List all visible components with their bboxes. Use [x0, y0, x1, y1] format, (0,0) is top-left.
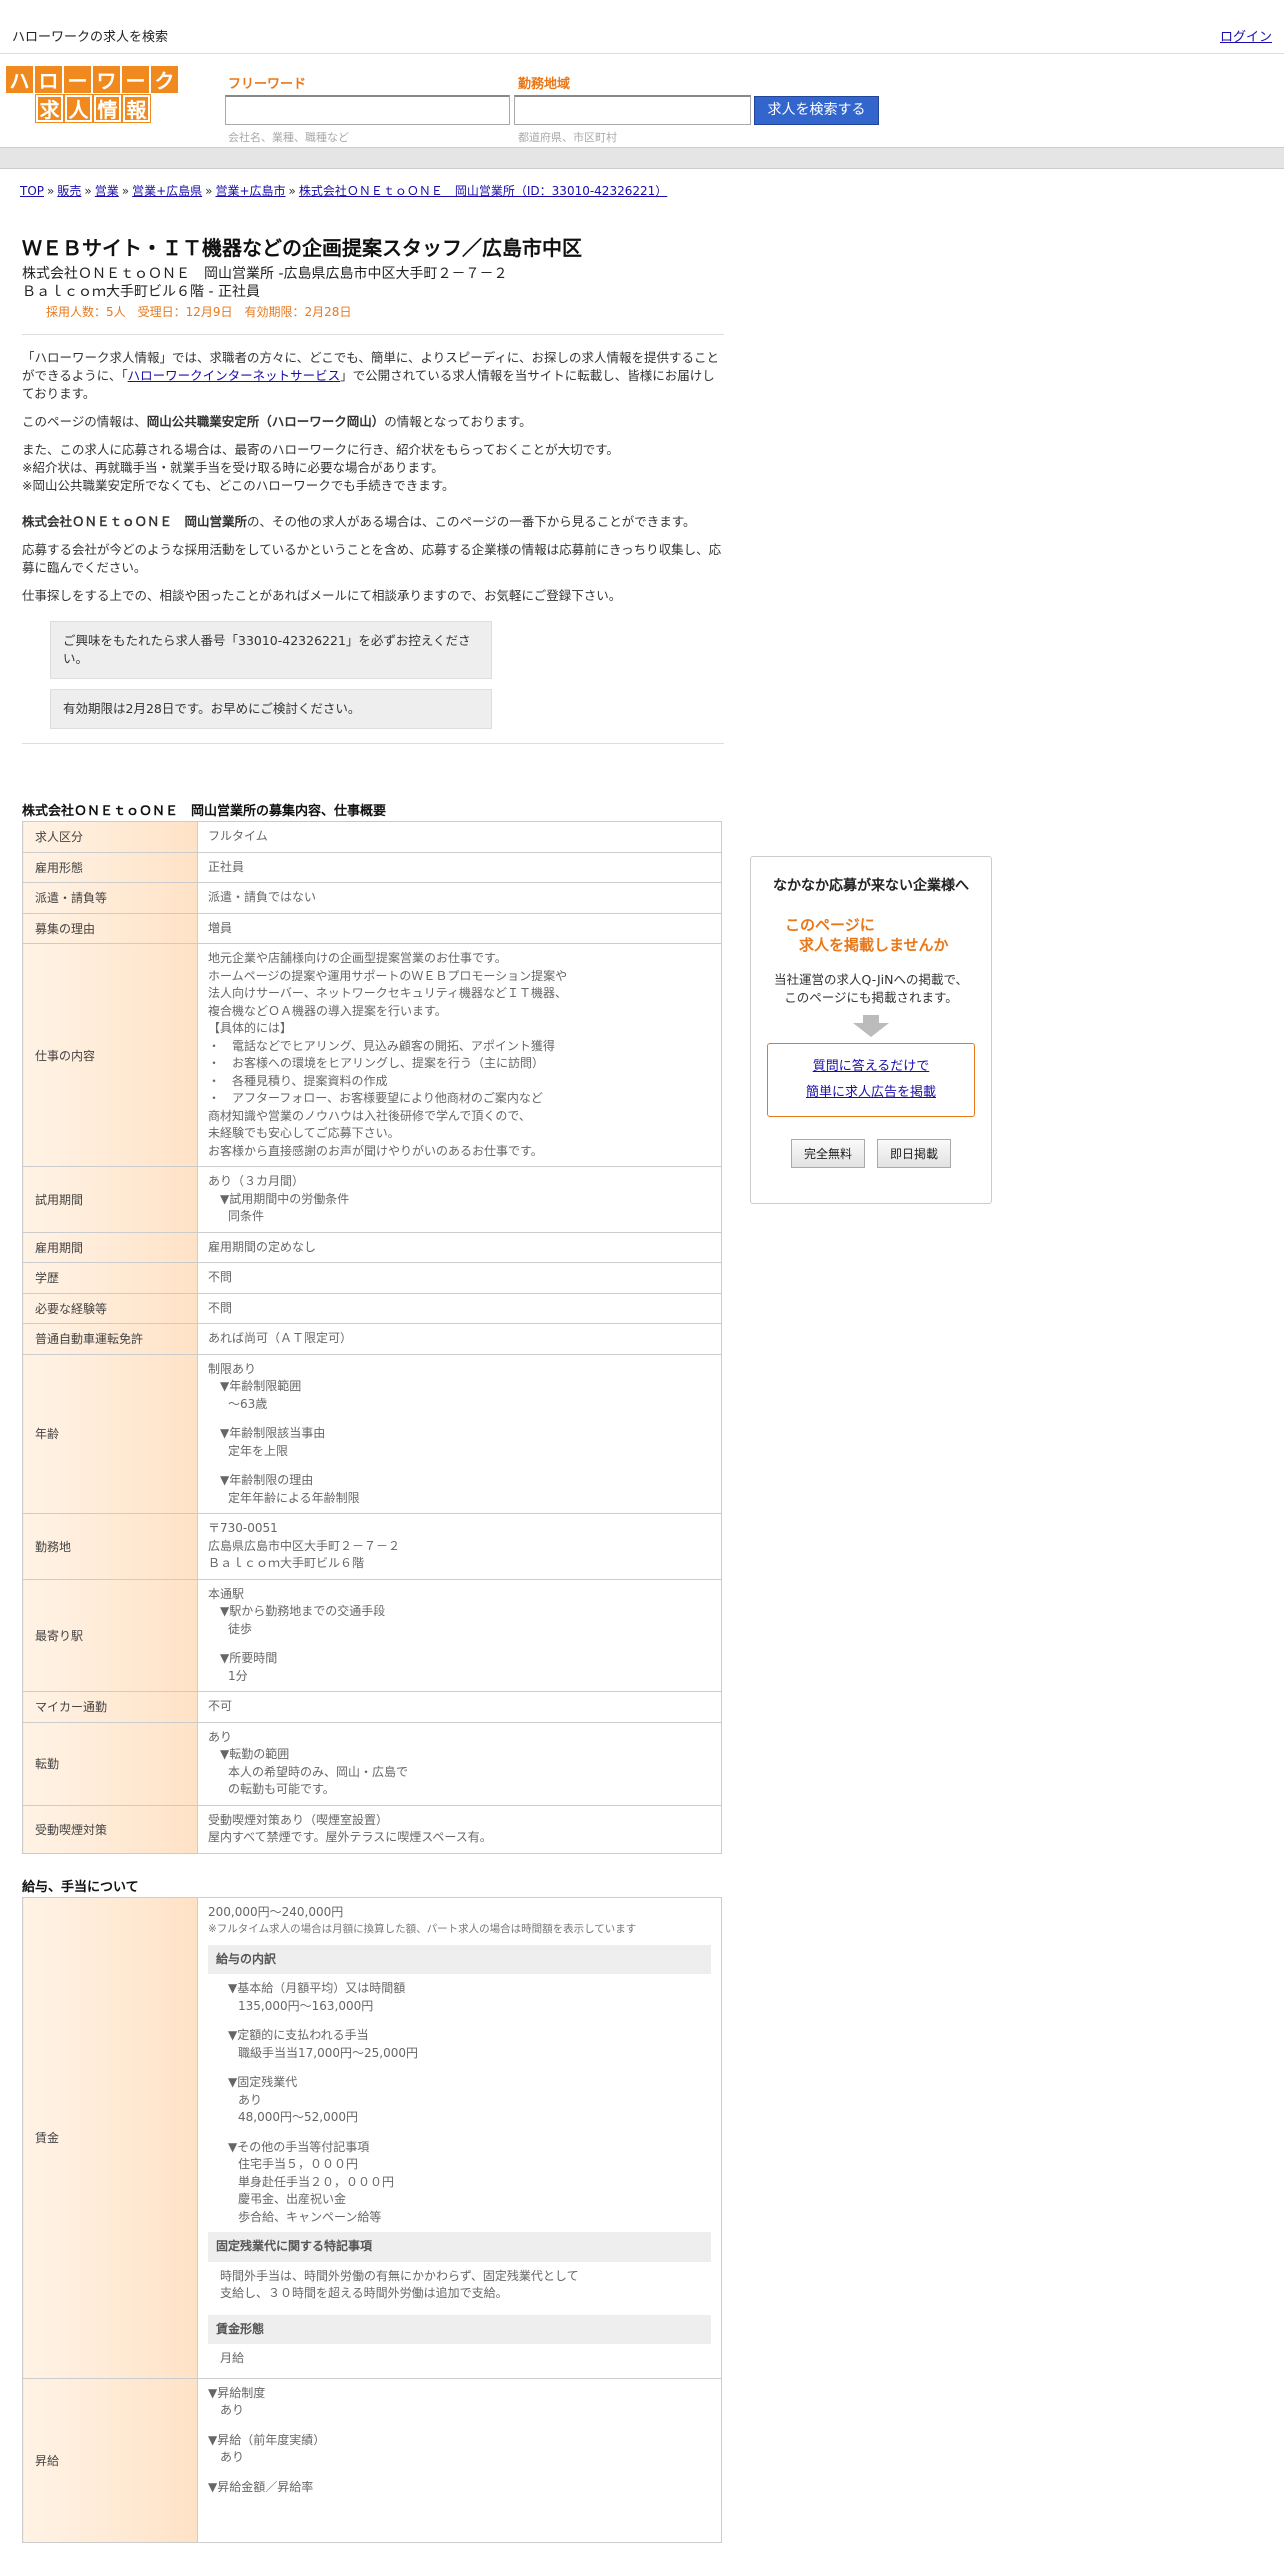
- referral-paragraph: また、この求人に応募される場合は、最寄のハローワークに行き、紹介状をもらっておく…: [22, 442, 619, 493]
- ad-heading: なかなか応募が来ない企業様へ: [773, 878, 969, 894]
- breadcrumb-eigyo-hiroshima-ken[interactable]: 営業+広島県: [132, 184, 202, 198]
- ad-badges: 完全無料 即日掲載: [751, 1139, 991, 1168]
- breadcrumb-sales[interactable]: 販売: [57, 184, 81, 198]
- job-title: ＷＥＢサイト・ＩＴ機器などの企画提案スタッフ／広島市中区: [22, 236, 582, 260]
- table-row: 必要な経験等 不問: [22, 1292, 722, 1324]
- logo-char: ー: [122, 66, 149, 93]
- table-row: 募集の理由 増員: [22, 912, 722, 944]
- logo-char: ハ: [6, 66, 33, 93]
- site-logo[interactable]: ハ ロ ー ワ ー ク 求 人 情 報: [6, 66, 180, 123]
- site-tagline: ハローワークの求人を検索: [12, 30, 169, 45]
- ad-catchphrase: このページに 求人を掲載しませんか: [785, 916, 949, 954]
- source-paragraph: このページの情報は、岡山公共職業安定所（ハローワーク岡山）の情報となっております…: [22, 414, 532, 429]
- breadcrumb-eigyo-hiroshima-shi[interactable]: 営業+広島市: [215, 184, 285, 198]
- table-row: 雇用期間 雇用期間の定めなし: [22, 1231, 722, 1263]
- freeword-label: フリーワード: [228, 77, 307, 92]
- same-day-badge-button[interactable]: 即日掲載: [877, 1139, 952, 1168]
- deadline-notice: 有効期限は2月28日です。お早めにご検討ください。: [50, 689, 492, 729]
- logo-char: 情: [93, 94, 122, 123]
- ad-link-box: 質問に答えるだけで 簡単に求人広告を掲載: [767, 1043, 975, 1117]
- ad-description: 当社運営の求人Q-JiNへの掲載で、 このページにも掲載されます。: [774, 972, 968, 1005]
- divider: [22, 743, 724, 744]
- table-row: 普通自動車運転免許 あれば尚可（ＡＴ限定可）: [22, 1323, 722, 1355]
- breadcrumb: TOP» 販売» 営業» 営業+広島県» 営業+広島市» 株式会社ＯＮＥｔｏＯＮＥ 岡山営…: [20, 184, 668, 198]
- area-input[interactable]: [514, 95, 751, 125]
- logo-char: ー: [64, 66, 91, 93]
- logo-char: 報: [122, 94, 151, 123]
- freeword-hint: 会社名、業種、職種など: [228, 131, 349, 144]
- table-row: マイカー通勤 不可: [22, 1691, 722, 1723]
- logo-char: ワ: [93, 66, 120, 93]
- top-bar: ハローワークの求人を検索 ログイン: [0, 0, 1284, 54]
- login-link[interactable]: ログイン: [1220, 26, 1272, 45]
- table-row: 試用期間 あり（３カ月間） ▼試用期間中の労働条件 同条件: [22, 1166, 722, 1233]
- table-row: 年齢 制限あり ▼年齢制限範囲 〜63歳 ▼年齢制限該当事由 定年を上限 ▼年齢…: [22, 1353, 722, 1514]
- down-arrow-icon: [863, 1015, 879, 1023]
- logo-char: ロ: [35, 66, 62, 93]
- company-line: Ｂａｌｃｏｍ大手町ビル６階 - 正社員: [22, 284, 260, 300]
- main-content: ＷＥＢサイト・ＩＴ機器などの企画提案スタッフ／広島市中区 株式会社ＯＮＥｔｏＯＮ…: [22, 232, 724, 2543]
- divider: [22, 334, 724, 335]
- job-meta: 採用人数：5人 受理日：12月9日 有効期限：2月28日: [46, 305, 352, 319]
- consult-paragraph: 仕事探しをする上での、相談や困ったことがあればメールにて相談承りますので、お気軽…: [22, 588, 622, 603]
- table-row: 昇給 ▼昇給制度 あり ▼昇給（前年度実績） あり ▼昇給金額／昇給率: [22, 2377, 722, 2543]
- table-row: 賃金 200,000円〜240,000円 ※フルタイム求人の場合は月額に換算した…: [22, 1896, 722, 2379]
- other-jobs-paragraph: 株式会社ＯＮＥｔｏＯＮＥ 岡山営業所の、その他の求人がある場合は、このページの一…: [22, 514, 696, 529]
- job-number-notice: ご興味をもたれたら求人番号「33010-42326221」を必ずお控えください。: [50, 621, 492, 679]
- section-title-salary: 給与、手当について: [22, 1879, 139, 1895]
- table-row: 求人区分 フルタイム: [22, 821, 722, 853]
- header-divider-band: [0, 147, 1284, 169]
- search-button[interactable]: 求人を検索する: [754, 96, 879, 125]
- table-row: 転勤 あり ▼転勤の範囲 本人の希望時のみ、岡山・広島で の転勤も可能です。: [22, 1721, 722, 1806]
- table-row: 最寄り駅 本通駅 ▼駅から勤務地までの交通手段 徒歩 ▼所要時間 1分: [22, 1578, 722, 1692]
- free-badge-button[interactable]: 完全無料: [790, 1139, 865, 1168]
- table-row: 仕事の内容 地元企業や店舗様向けの企画型提案営業のお仕事です。 ホームページの提…: [22, 943, 722, 1167]
- table-row: 勤務地 〒730-0051 広島県広島市中区大手町２－７－２ Ｂａｌｃｏｍ大手町ビル…: [22, 1513, 722, 1580]
- breadcrumb-top[interactable]: TOP: [20, 184, 44, 198]
- table-row: 受動喫煙対策 受動喫煙対策あり（喫煙室設置） 屋内すべて禁煙です。屋外テラスに喫煙…: [22, 1804, 722, 1854]
- salary-table: 賃金 200,000円〜240,000円 ※フルタイム求人の場合は月額に換算した…: [22, 1896, 722, 2544]
- table-row: 学歴 不問: [22, 1262, 722, 1294]
- area-label: 勤務地域: [518, 77, 571, 92]
- job-overview-table: 求人区分 フルタイム 雇用形態 正社員 派遣・請負等 派遣・請負ではない 募集の理由増…: [22, 821, 722, 1854]
- ad-link-post-job[interactable]: 簡単に求人広告を掲載: [806, 1085, 936, 1100]
- freeword-input[interactable]: [225, 95, 510, 125]
- hellowork-internet-link[interactable]: ハローワークインターネットサービス: [128, 368, 341, 383]
- breadcrumb-eigyo[interactable]: 営業: [95, 184, 119, 198]
- breadcrumb-current[interactable]: 株式会社ＯＮＥｔｏＯＮＥ 岡山営業所（ID：33010-42326221）: [299, 184, 667, 198]
- logo-char: ク: [151, 66, 178, 93]
- logo-char: 人: [64, 94, 93, 123]
- logo-char: 求: [35, 94, 64, 123]
- down-arrow-icon: [853, 1023, 889, 1037]
- table-row: 雇用形態 正社員: [22, 851, 722, 883]
- section-title-overview: 株式会社ＯＮＥｔｏＯＮＥ 岡山営業所の募集内容、仕事概要: [22, 804, 387, 819]
- table-row: 派遣・請負等 派遣・請負ではない: [22, 882, 722, 914]
- area-hint: 都道府県、市区町村: [518, 131, 617, 144]
- advice-paragraph: 応募する会社が今どのような採用活動をしているかということを含め、応募する企業様の…: [22, 542, 722, 575]
- ad-link-answer-questions[interactable]: 質問に答えるだけで: [813, 1059, 930, 1074]
- side-advertisement: なかなか応募が来ない企業様へ このページに 求人を掲載しませんか 当社運営の求人…: [750, 856, 992, 1204]
- intro-paragraph: 「ハローワーク求人情報」では、求職者の方々に、どこでも、簡単に、よりスピーディに…: [22, 350, 720, 401]
- company-line: 株式会社ＯＮＥｔｏＯＮＥ 岡山営業所 -広島県広島市中区大手町２－７－２: [22, 266, 508, 282]
